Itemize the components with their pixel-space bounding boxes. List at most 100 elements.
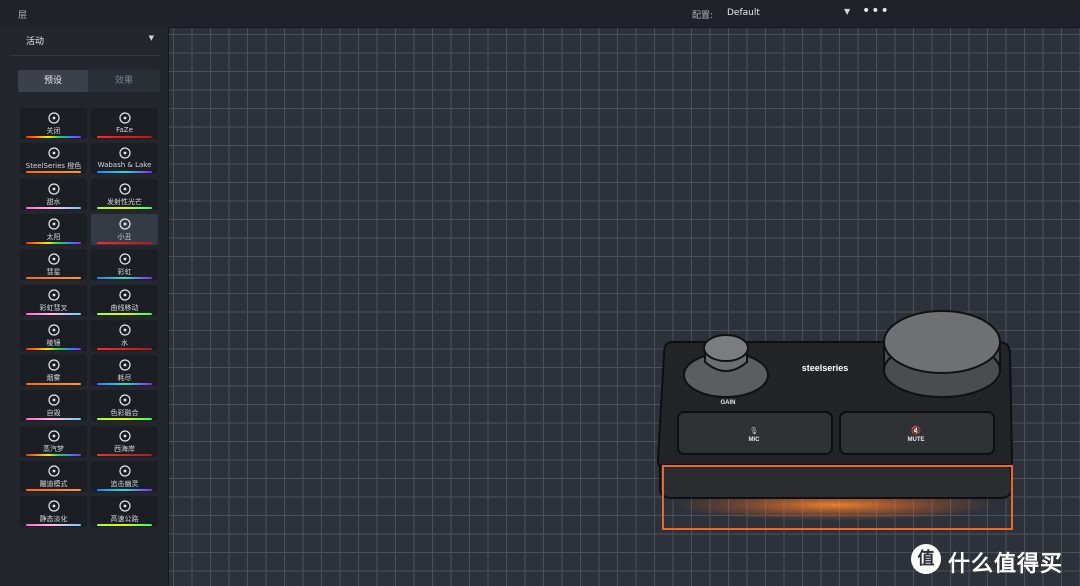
radiation-icon (91, 182, 158, 196)
preset-tile[interactable]: 棱镜 (20, 319, 87, 351)
sunrise-icon (20, 217, 87, 231)
preset-label: 关闭 (46, 127, 61, 135)
preset-color-bar (26, 277, 81, 280)
preset-tile[interactable]: 小丑 (91, 213, 158, 245)
device-base[interactable] (659, 464, 1014, 499)
preset-effect-tabs: 预设 效果 (18, 70, 160, 92)
preset-color-bar (97, 136, 152, 138)
preset-label: 静态淡化 (39, 515, 68, 524)
preset-label: FaZe (116, 126, 133, 134)
preset-color-bar (97, 241, 152, 244)
chevron-down-icon: ▼ (148, 34, 154, 42)
preset-tile[interactable]: 自毁 (20, 390, 87, 422)
preset-tile[interactable]: 高速公路 (91, 496, 158, 528)
preset-label: SteelSeries 橙色 (25, 162, 82, 171)
preset-tile[interactable]: 色彩融合 (91, 390, 158, 422)
preset-color-bar (97, 312, 152, 315)
preset-tile[interactable]: 静态淡化 (20, 496, 87, 528)
preset-tile[interactable]: 西海岸 (91, 425, 158, 457)
clown-icon (91, 217, 158, 231)
preset-tile[interactable]: FaZe (91, 108, 158, 139)
dots-grid-icon (91, 146, 158, 160)
layers-sidebar: 活动 ▼ 预设 效果 关闭 FaZe SteelSeries 橙色 Wabash & … (0, 27, 169, 586)
mic-mute-icon: 🎙 (750, 427, 759, 435)
preset-label: 蹦迪模式 (39, 480, 68, 488)
preset-tile[interactable]: 关闭 (20, 108, 87, 139)
preset-label: 追击幽灵 (110, 480, 139, 488)
rainbow-icon (91, 252, 158, 266)
steelseries-logo-icon (20, 146, 87, 160)
preset-tile[interactable]: 彗星 (20, 249, 87, 281)
preset-color-bar (97, 489, 152, 491)
preset-label: 彗星 (46, 268, 61, 277)
color-blend-icon (91, 393, 158, 407)
preset-color-bar (97, 206, 152, 209)
lightning-icon (20, 499, 87, 513)
preset-label: 自毁 (46, 409, 61, 418)
broadcast-icon (91, 288, 158, 302)
more-dots-icon[interactable]: ••• (862, 3, 890, 19)
preset-tile[interactable]: Wabash & Lake (91, 143, 158, 175)
preset-label: 彩虹 (117, 268, 132, 277)
preset-tile[interactable]: 蒸汽梦 (20, 425, 87, 457)
preset-label: 太阳 (46, 232, 61, 241)
rainbow-cloud-icon (20, 288, 87, 302)
watermark-logo-icon: 值 (911, 544, 941, 574)
preset-tile[interactable]: 蹦迪模式 (20, 461, 87, 492)
preset-label: 棱镜 (46, 338, 61, 347)
preset-tile[interactable]: SteelSeries 橙色 (20, 143, 87, 175)
preset-tile[interactable]: 发射性光芒 (91, 178, 158, 210)
ghost-icon (91, 464, 158, 478)
preset-color-bar (26, 136, 81, 138)
comet-icon (20, 252, 87, 266)
vapor-icon (20, 429, 87, 443)
smoke-icon (20, 358, 87, 372)
layer-select[interactable]: 活动 ▼ (18, 29, 160, 51)
volume-knob[interactable] (883, 310, 1001, 374)
preset-label: 耗尽 (117, 374, 132, 383)
profile-dropdown[interactable]: Default (727, 8, 760, 18)
preset-color-bar (97, 171, 152, 174)
preset-tile[interactable]: 水 (91, 319, 158, 351)
preset-label: 高速公路 (110, 515, 139, 524)
preset-label: 烟雾 (46, 374, 61, 383)
preset-color-bar (97, 453, 152, 456)
watermark: 值 什么值得买 (908, 542, 1078, 578)
gain-label: GAIN (721, 400, 736, 406)
preset-tile[interactable]: 彩虹彗叉 (20, 284, 87, 316)
divider (10, 55, 160, 56)
preset-label: Wabash & Lake (97, 161, 152, 170)
diamond-icon (20, 323, 87, 337)
preset-label: 色彩融合 (110, 409, 139, 418)
preset-label: 蒸汽梦 (43, 444, 64, 453)
preset-tile[interactable]: 太阳 (20, 213, 87, 245)
watermark-text: 什么值得买 (948, 552, 1064, 577)
preset-color-bar (26, 453, 81, 456)
off-icon (20, 111, 87, 125)
preset-color-bar (26, 489, 81, 491)
preset-label: 西海岸 (114, 444, 135, 453)
speaker-mute-icon: 🔇 (911, 425, 921, 435)
preset-label: 发射性光芒 (107, 197, 142, 206)
preset-tile[interactable]: 曲线移动 (91, 284, 158, 316)
water-waves-icon (91, 323, 158, 337)
preset-label: 彩虹彗叉 (39, 303, 68, 312)
brand-logo: steelseries (802, 363, 849, 373)
tab-presets[interactable]: 预设 (18, 70, 88, 92)
disco-ball-icon (20, 464, 87, 478)
palm-tree-icon (91, 429, 158, 443)
gain-knob[interactable] (703, 334, 749, 362)
preset-color-bar (26, 524, 81, 527)
preset-tile[interactable]: 彩虹 (91, 249, 158, 281)
preset-tile[interactable]: 甜水 (20, 178, 87, 210)
preset-color-bar (26, 347, 81, 350)
chevron-down-icon[interactable]: ▼ (844, 7, 850, 16)
faze-logo-icon (91, 111, 158, 125)
preset-color-bar (97, 277, 152, 280)
preset-tile[interactable]: 耗尽 (91, 355, 158, 387)
ice-cream-icon (20, 182, 87, 196)
preset-color-bar (97, 418, 152, 421)
preset-tile[interactable]: 追击幽灵 (91, 461, 158, 492)
tab-effects[interactable]: 效果 (89, 70, 159, 92)
preset-tile[interactable]: 烟雾 (20, 355, 87, 387)
